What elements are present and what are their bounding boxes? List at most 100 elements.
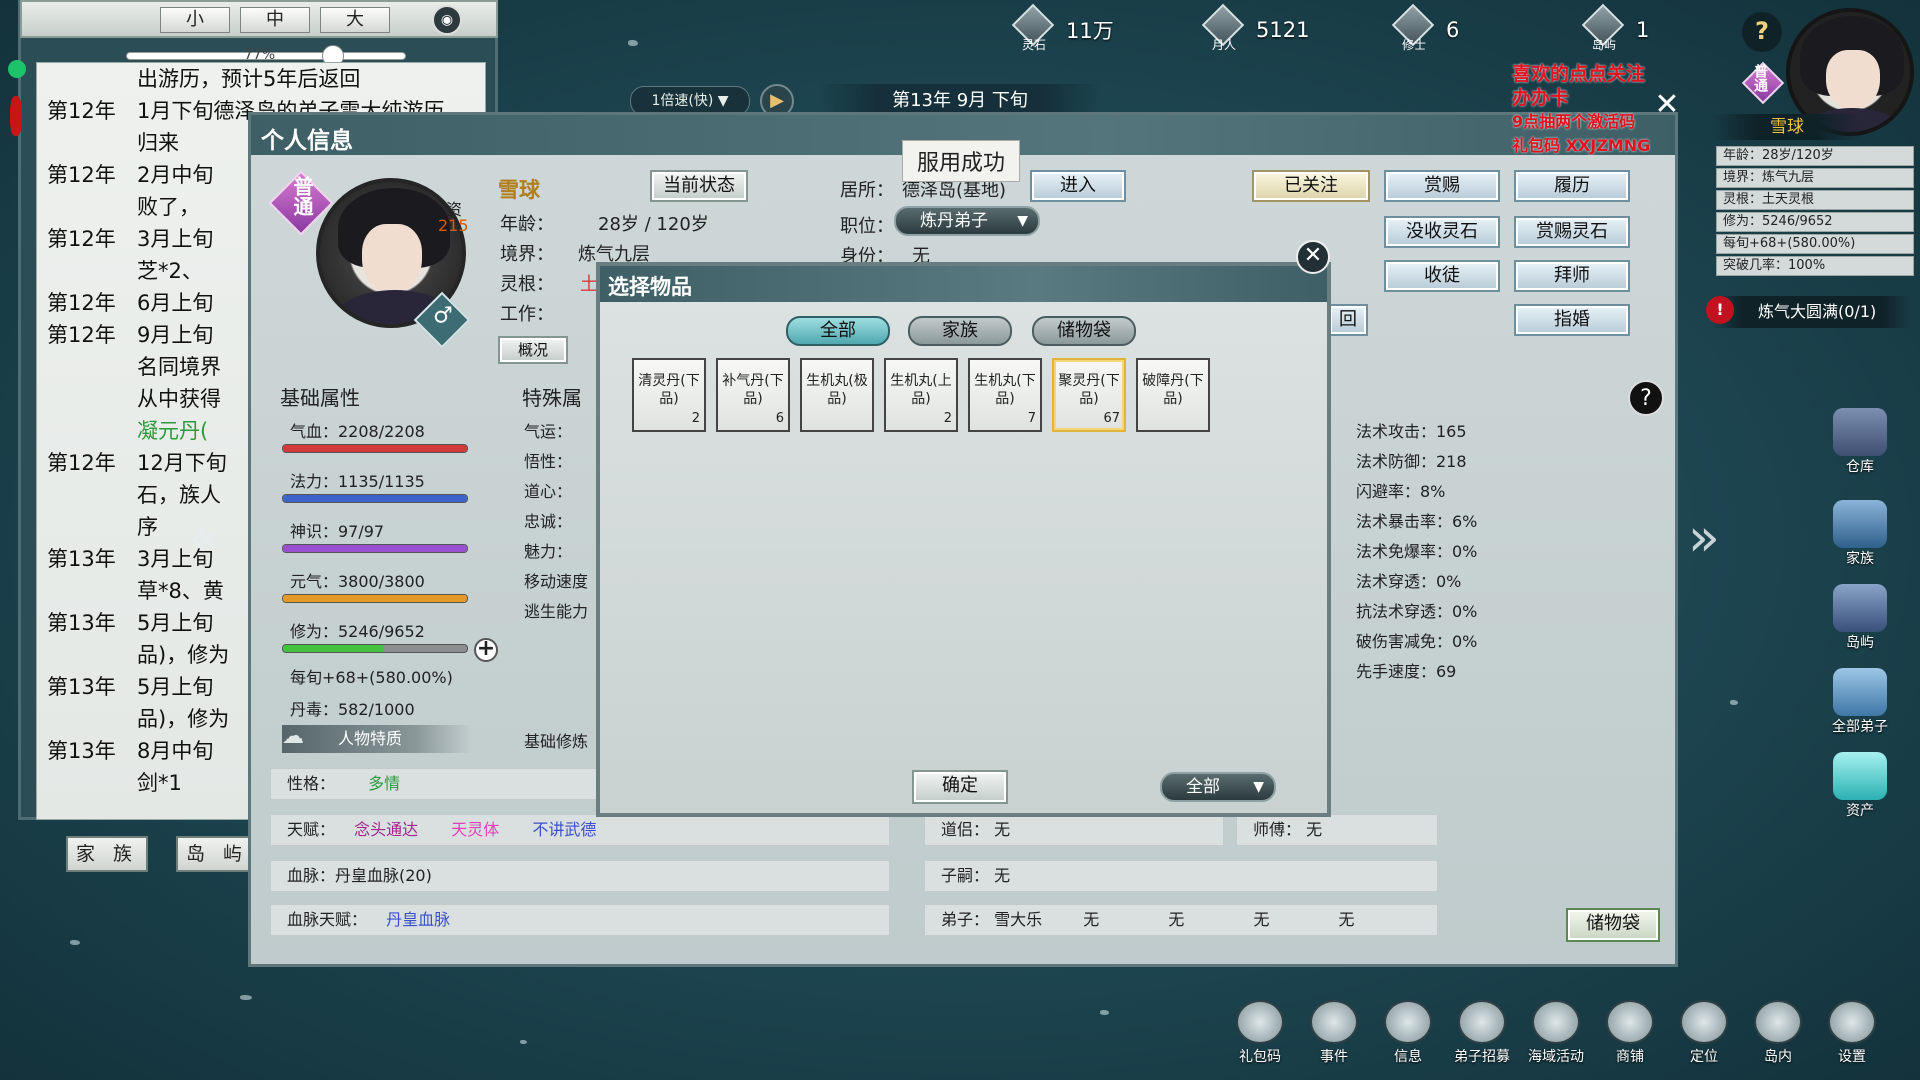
- special-escape-label: 逃生能力: [524, 602, 589, 621]
- resource-population: 月人 5121: [1200, 3, 1309, 52]
- item-slot-4[interactable]: 生机丸(上品) 2: [884, 358, 958, 432]
- reward-stones-button[interactable]: 赏赐灵石: [1514, 216, 1630, 248]
- mini-realm: 境界：炼气九层: [1716, 168, 1914, 188]
- age-label: 年龄：: [500, 214, 554, 235]
- arrange-marriage-button[interactable]: 指婚: [1514, 304, 1630, 336]
- talent-row: 天赋： 念头通达 天灵体 不讲武德: [270, 814, 890, 846]
- return-button[interactable]: 回: [1328, 304, 1368, 336]
- alert-icon: !: [1706, 296, 1734, 324]
- disciple-3: 无: [1168, 910, 1185, 929]
- stat-hp-bar: [282, 444, 468, 453]
- shop-button[interactable]: 商铺: [1594, 1000, 1666, 1072]
- mini-age: 年龄：28岁/120岁: [1716, 146, 1914, 166]
- pill-toxicity: 丹毒：582/1000: [290, 700, 415, 719]
- sea-events-button[interactable]: 海域活动: [1520, 1000, 1592, 1072]
- take-disciple-button[interactable]: 收徒: [1384, 260, 1500, 292]
- aptitude-value: 215: [438, 216, 469, 235]
- log-entry-year: 第13年: [47, 675, 116, 699]
- stat-vitality-label: 元气：3800/3800: [290, 572, 425, 591]
- log-entry-year: 第12年: [47, 227, 116, 251]
- stat-spirit-sense-bar: [282, 544, 468, 553]
- confiscate-stones-button[interactable]: 没收灵石: [1384, 216, 1500, 248]
- become-apprentice-button[interactable]: 拜师: [1514, 260, 1630, 292]
- log-entry-year: 第13年: [47, 547, 116, 571]
- enter-button[interactable]: 进入: [1030, 170, 1126, 202]
- bloodline-label: 血脉：丹皇血脉(20): [287, 866, 432, 885]
- resource-islands: 岛屿 1: [1580, 3, 1649, 52]
- island-button[interactable]: 岛屿: [1824, 584, 1896, 656]
- scroll-icon: [1310, 1000, 1358, 1044]
- disciples-row: 弟子： 雪大乐 无 无 无 无: [924, 904, 1438, 936]
- close-icon[interactable]: ✕: [1650, 88, 1684, 122]
- tab-overview[interactable]: 概况: [498, 336, 568, 364]
- prev-arrow-icon[interactable]: «: [188, 508, 220, 568]
- all-disciples-button[interactable]: 全部弟子: [1824, 668, 1896, 740]
- special-attributes-title: 特殊属: [522, 386, 582, 410]
- add-cultivation-button[interactable]: +: [474, 638, 498, 662]
- island-map-icon: [1833, 584, 1887, 632]
- disciples-icon: [1833, 668, 1887, 716]
- island-interior-button[interactable]: 岛内: [1742, 1000, 1814, 1072]
- followed-button[interactable]: 已关注: [1252, 170, 1370, 202]
- help-icon-top[interactable]: ?: [1742, 12, 1782, 52]
- item-slot-1[interactable]: 清灵丹(下品) 2: [632, 358, 706, 432]
- item-filter-dropdown[interactable]: 全部: [1160, 772, 1276, 802]
- speaker-icon[interactable]: ◉: [432, 5, 462, 35]
- item-slot-2[interactable]: 补气丹(下品) 6: [716, 358, 790, 432]
- jade-ornament-icon: [8, 60, 26, 78]
- stat-mana-label: 法力：1135/1135: [290, 472, 425, 491]
- current-state-button[interactable]: 当前状态: [650, 170, 748, 202]
- assets-button[interactable]: 资产: [1824, 752, 1896, 824]
- help-icon[interactable]: ?: [1628, 380, 1664, 416]
- log-tab-island[interactable]: 岛 屿: [176, 836, 258, 872]
- spirit-stone-icon: 灵石: [1010, 3, 1055, 52]
- events-button[interactable]: 事件: [1298, 1000, 1370, 1072]
- disciple-2: 无: [1083, 910, 1100, 929]
- master-row: 师傅： 无: [1236, 814, 1438, 846]
- storage-bag-button[interactable]: 储物袋: [1566, 908, 1660, 942]
- size-large-button[interactable]: 大: [320, 7, 390, 33]
- warehouse-button[interactable]: 仓库: [1824, 408, 1896, 480]
- item-slot-3[interactable]: 生机丸(极品): [800, 358, 874, 432]
- log-entry-year: 第12年: [47, 323, 116, 347]
- residence-label: 居所：: [840, 180, 894, 201]
- talent-1: 念头通达: [354, 820, 419, 839]
- reward-button[interactable]: 赏赐: [1384, 170, 1500, 202]
- resume-button[interactable]: 履历: [1514, 170, 1630, 202]
- stat-vitality-bar: [282, 594, 468, 603]
- dialog-tab-storage-bag[interactable]: 储物袋: [1032, 316, 1136, 346]
- mail-icon: [1384, 1000, 1432, 1044]
- streamer-note: 喜欢的点点关注 办办卡 9点抽两个激活码 礼包码 XXJZMNG: [1512, 63, 1651, 155]
- gift-code-button[interactable]: 礼包码: [1224, 1000, 1296, 1072]
- dialog-close-icon[interactable]: ✕: [1296, 240, 1330, 274]
- log-entry-year: 第12年: [47, 451, 116, 475]
- dialog-tab-all[interactable]: 全部: [786, 316, 890, 346]
- warehouse-icon: [1833, 408, 1887, 456]
- special-comprehension-label: 悟性：: [524, 452, 573, 471]
- size-medium-button[interactable]: 中: [240, 7, 310, 33]
- next-arrow-icon[interactable]: »: [1688, 508, 1720, 568]
- disciple-1[interactable]: 雪大乐: [994, 910, 1042, 929]
- dialog-tab-family[interactable]: 家族: [908, 316, 1012, 346]
- messages-button[interactable]: 信息: [1372, 1000, 1444, 1072]
- item-slot-5[interactable]: 生机丸(下品) 7: [968, 358, 1042, 432]
- quest-tracker[interactable]: 炼气大圆满(0/1): [1712, 296, 1912, 328]
- locate-button[interactable]: 定位: [1668, 1000, 1740, 1072]
- item-slot-7[interactable]: 破障丹(下品): [1136, 358, 1210, 432]
- special-luck-label: 气运：: [524, 422, 573, 441]
- item-slot-6-selected[interactable]: 聚灵丹(下品) 67: [1052, 358, 1126, 432]
- position-dropdown[interactable]: 炼丹弟子: [894, 206, 1040, 236]
- dao-partner-value: 无: [994, 820, 1011, 839]
- cultivator-value: 6: [1446, 18, 1460, 42]
- dialog-title: 选择物品: [608, 274, 692, 299]
- dao-partner-row: 道侣： 无: [924, 814, 1224, 846]
- cloud-icon: ☁: [282, 724, 304, 749]
- size-small-button[interactable]: 小: [160, 7, 230, 33]
- recruit-disciples-button[interactable]: 弟子招募: [1446, 1000, 1518, 1072]
- confirm-button[interactable]: 确定: [912, 770, 1008, 804]
- settings-button[interactable]: 设置: [1816, 1000, 1888, 1072]
- dao-partner-label: 道侣：: [941, 820, 990, 839]
- family-button[interactable]: 家族: [1824, 500, 1896, 572]
- log-tab-family[interactable]: 家 族: [66, 836, 148, 872]
- dodge-rate: 闪避率：8%: [1356, 482, 1446, 501]
